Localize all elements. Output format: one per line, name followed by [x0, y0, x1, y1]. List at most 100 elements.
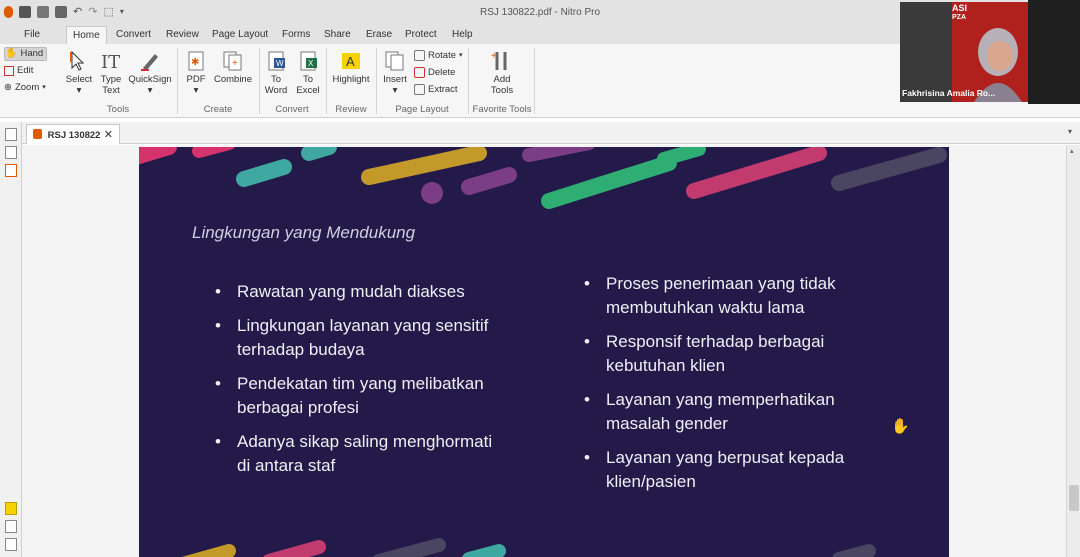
rotate-icon [414, 49, 425, 61]
highlight-icon: A [342, 53, 360, 69]
review-group-label: Review [335, 104, 367, 115]
list-item: Responsif terhadap berbagai kebutuhan kl… [584, 330, 884, 378]
bookmarks-panel-icon[interactable] [5, 146, 17, 159]
svg-text:W: W [276, 59, 284, 68]
tab-file[interactable]: File [24, 26, 41, 44]
pdf-label: PDF [186, 74, 206, 85]
to-excel-button[interactable]: X To Excel [294, 50, 322, 96]
tools-group-label: Tools [106, 104, 130, 115]
tab-convert[interactable]: Convert [116, 26, 151, 44]
tab-forms[interactable]: Forms [282, 26, 310, 44]
webcam-feed: ASI PZA Fakhrisina Amalia Ro... [900, 2, 1028, 102]
to-excel-label: To Excel [296, 74, 320, 96]
pdf-file-icon: ✱ [188, 51, 204, 71]
divider [177, 48, 178, 114]
svg-text:IT: IT [101, 52, 120, 72]
highlight-button[interactable]: A Highlight [330, 50, 372, 85]
tab-help[interactable]: Help [452, 26, 473, 44]
quicksign-label: QuickSign [128, 74, 172, 85]
zoom-mode-button[interactable]: ⊕ Zoom ▾ [4, 81, 46, 95]
right-bullet-list: Proses penerimaan yang tidak membutuhkan… [584, 272, 884, 504]
svg-text:X: X [308, 59, 314, 68]
edit-label: Edit [17, 65, 34, 76]
participant-name: Fakhrisina Amalia Ro... [902, 88, 996, 98]
pen-sign-icon [141, 54, 158, 71]
output-panel-icon[interactable] [5, 520, 17, 533]
favorite-tools-group-label: Favorite Tools [472, 104, 532, 115]
tab-protect[interactable]: Protect [405, 26, 437, 44]
vertical-scrollbar[interactable]: ▴ [1066, 145, 1080, 557]
svg-text:+: + [232, 58, 238, 69]
svg-text:A: A [346, 54, 355, 69]
attachments-panel-icon[interactable] [5, 164, 17, 177]
svg-text:✱: ✱ [191, 57, 199, 68]
extract-button[interactable]: Extract [414, 82, 458, 96]
insert-button[interactable]: Insert ▾ [380, 50, 410, 96]
list-item: Proses penerimaan yang tidak membutuhkan… [584, 272, 884, 320]
combine-files-icon: + [223, 51, 242, 71]
hand-label: Hand [20, 48, 44, 59]
insert-page-icon [385, 51, 404, 71]
scroll-up-icon[interactable]: ▴ [1070, 147, 1074, 155]
pages-panel-icon[interactable] [5, 128, 17, 141]
close-icon[interactable]: ✕ [104, 128, 113, 141]
screen-edge [1028, 0, 1080, 104]
delete-label: Delete [428, 66, 456, 78]
combine-button[interactable]: + Combine [212, 50, 254, 85]
list-item: Layanan yang memperhatikan masalah gende… [584, 388, 884, 436]
zoom-icon: ⊕ [4, 82, 12, 93]
list-item: Rawatan yang mudah diakses [215, 280, 505, 304]
chevron-down-icon: ▾ [459, 52, 463, 59]
pdf-file-icon [33, 129, 42, 139]
scroll-thumb[interactable] [1069, 485, 1079, 511]
page-layout-group-label: Page Layout [395, 104, 449, 115]
list-item: Layanan yang berpusat kepada klien/pasie… [584, 446, 884, 494]
add-tools-label: Add Tools [490, 74, 514, 96]
divider [259, 48, 260, 114]
add-tools-button[interactable]: + Add Tools [482, 50, 522, 96]
to-word-button[interactable]: W To Word [262, 50, 290, 96]
slide-title: Lingkungan yang Mendukung [192, 223, 416, 242]
side-panel [0, 122, 22, 557]
extract-label: Extract [428, 83, 458, 95]
combine-label: Combine [213, 74, 253, 85]
document-tab[interactable]: RSJ 130822 ✕ [26, 124, 120, 144]
insert-label: Insert [383, 74, 407, 85]
hand-mode-button[interactable]: ✋ Hand [4, 47, 48, 61]
tab-home[interactable]: Home [66, 26, 107, 44]
extract-icon [414, 83, 425, 95]
create-group-label: Create [203, 104, 233, 115]
tab-page-layout[interactable]: Page Layout [212, 26, 268, 44]
tab-review[interactable]: Review [166, 26, 199, 44]
divider [468, 48, 469, 114]
webcam-badge: ASI PZA [952, 4, 967, 22]
edit-mode-button[interactable]: Edit [4, 64, 33, 78]
type-text-button[interactable]: IT Type Text [97, 50, 125, 96]
to-word-label: To Word [264, 74, 288, 96]
rotate-label: Rotate [428, 49, 456, 61]
pdf-page-slide: Lingkungan yang Mendukung Rawatan yang m… [139, 147, 949, 557]
chevron-down-icon: ▾ [42, 84, 46, 91]
quicksign-button[interactable]: QuickSign ▾ [128, 50, 172, 96]
tab-share[interactable]: Share [324, 26, 351, 44]
left-bullet-list: Rawatan yang mudah diakses Lingkungan la… [215, 280, 505, 488]
tab-erase[interactable]: Erase [366, 26, 392, 44]
pdf-button[interactable]: ✱ PDF ▾ [182, 50, 210, 96]
highlight-label: Highlight [332, 74, 370, 85]
comments-panel-icon[interactable] [5, 502, 17, 515]
webcam-badge-line2: PZA [952, 14, 966, 21]
svg-text:+: + [491, 51, 497, 62]
fields-panel-icon[interactable] [5, 538, 17, 551]
list-item: Lingkungan layanan yang sensitif terhada… [215, 314, 505, 362]
zoom-label: Zoom [14, 82, 40, 93]
rotate-button[interactable]: Rotate ▾ [414, 48, 463, 62]
hand-icon: ✋ [5, 48, 18, 59]
select-cursor-icon [70, 50, 85, 71]
tab-list-chevron-icon[interactable]: ▾ [1068, 127, 1072, 136]
select-button[interactable]: Select ▾ [64, 50, 94, 96]
list-item: Adanya sikap saling menghormati di antar… [215, 430, 505, 478]
excel-file-icon: X [300, 51, 317, 71]
word-file-icon: W [268, 51, 285, 71]
divider [326, 48, 327, 114]
delete-button[interactable]: Delete [414, 65, 455, 79]
